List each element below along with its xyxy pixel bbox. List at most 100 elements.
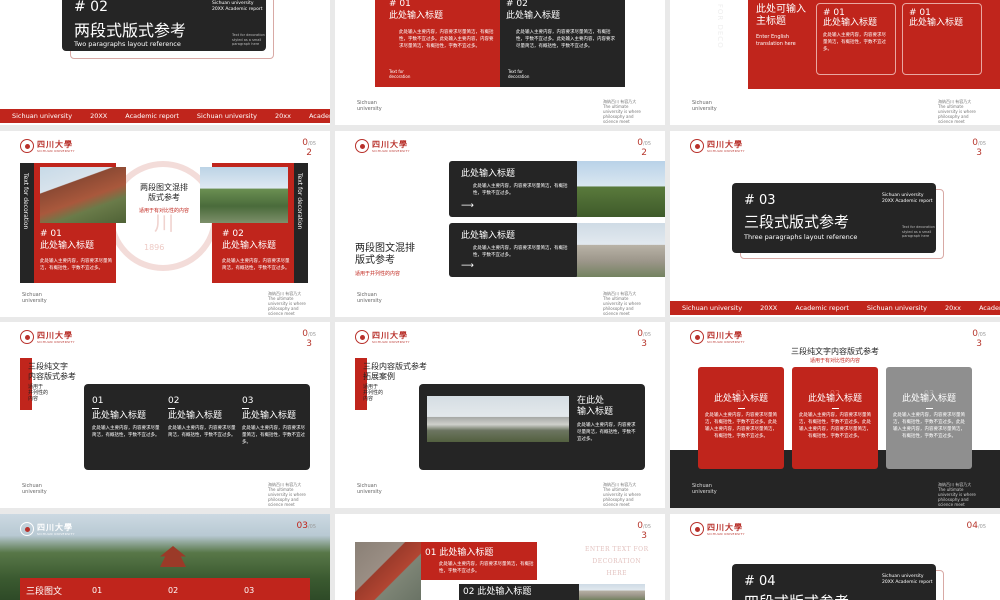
card-title: 此处输入标题	[222, 241, 277, 251]
logo-subtext: SICHUAN UNIVERSITY	[37, 148, 75, 153]
panel-number: # 02	[506, 0, 528, 9]
footer-university: Sichuan university	[357, 100, 382, 112]
card-title: 此处输入标题	[807, 394, 862, 404]
page-total: /05	[307, 332, 316, 338]
column-body: 此处输入主要内容，内容要求尽量简洁，有概括性，字数不宜过多。	[168, 426, 236, 438]
center-title: 两段图文混排 版式参考	[140, 183, 188, 202]
row-body: 此处输入主要内容，内容要求尽量简洁，有概括性，字数不宜过多。	[439, 562, 534, 574]
card-body: 此处输入主要内容，内容要求尽量简洁，有概括性，字数不宜过多。此处输入主要内容，内…	[705, 413, 777, 439]
slide-three-image-text[interactable]: 四川大學 SICHUAN UNIVERSITY 03/05 三段图文 01 02 …	[0, 514, 330, 600]
footer-university: Sichuan university	[692, 100, 717, 112]
vertical-decoration: Text for decoration	[296, 173, 303, 230]
left-dark-bar: Text for decoration	[20, 163, 34, 283]
page-number: 0/05 3	[972, 139, 986, 158]
footer-university: Sichuan university	[692, 483, 717, 495]
university-logo: 四川大學 SICHUAN UNIVERSITY	[355, 330, 410, 344]
slide-two-paragraphs-cover[interactable]: # 02 两段式版式参考 Two paragraphs layout refer…	[0, 0, 330, 125]
seal-icon	[20, 330, 34, 344]
cover-note: Text for decoration styled as a small pa…	[232, 33, 265, 46]
card-body: 此处输入主要内容，内容要求尽量简洁，有概括性，字数不宜过多。此处输入主要内容，内…	[893, 413, 965, 439]
divider	[242, 408, 249, 409]
page-total: /05	[307, 141, 316, 147]
info-card: # 01 此处输入标题	[902, 3, 982, 75]
card-title: 此处输入标题	[713, 394, 768, 404]
footer-motto: 海纳百川 有容乃大 The ultimate university is whe…	[603, 99, 641, 124]
footer-motto: 海纳百川 有容乃大 The ultimate university is whe…	[938, 99, 976, 124]
cover-card: # 03 三段式版式参考 Three paragraphs layout ref…	[732, 183, 936, 253]
decoration-text: ENTER TEXT FOR DECORATION HERE	[585, 546, 649, 577]
seal-icon	[690, 139, 704, 153]
slide-three-comparison-cards[interactable]: 四川大學 SICHUAN UNIVERSITY 0/05 3 三段纯文字内容版式参考…	[670, 322, 1000, 508]
ribbon-text: Sichuan university	[866, 304, 927, 312]
section-number: # 03	[744, 193, 776, 208]
page-number: 0/05 2	[637, 139, 651, 158]
ribbon-text: 20XX	[760, 304, 778, 312]
slide-two-paragraphs-split[interactable]: # 01 此处输入标题 此处输入主要内容，内容要求尽量简洁，有概括性，字数不宜过…	[335, 0, 665, 125]
content-card: 02 此处输入标题 此处输入主要内容，内容要求尽量简洁，有概括性，字数不宜过多。…	[792, 367, 878, 469]
row-title: 01 此处输入标题	[425, 548, 494, 558]
column: 01 此处输入标题 此处输入主要内容，内容要求尽量简洁，有概括性，字数不宜过多。	[92, 396, 160, 439]
section-title: 两段式版式参考	[74, 21, 187, 40]
slide-four-paragraphs-cover[interactable]: 四川大學SICHUAN UNIVERSITY 04/05 # 04 四段式版式参…	[670, 514, 1000, 600]
slide-three-text-columns[interactable]: 四川大學 SICHUAN UNIVERSITY 0/05 3 三段纯文字 内容版式参…	[0, 322, 330, 508]
slide-image-rows[interactable]: 0/05 3 01 此处输入标题 此处输入主要内容，内容要求尽量简洁，有概括性，字…	[335, 514, 665, 600]
content-card: 03 此处输入标题 此处输入主要内容，内容要求尽量简洁，有概括性，字数不宜过多。…	[886, 367, 972, 469]
seal-icon	[20, 139, 34, 153]
logo-text: 四川大學	[707, 138, 743, 149]
ribbon-text: Academic report	[125, 112, 179, 120]
slide-cards-with-title[interactable]: TEXT FOR DECO 此处可输入 主标题 Enter English tr…	[670, 0, 1000, 125]
university-logo: 四川大學 SICHUAN UNIVERSITY	[20, 139, 75, 153]
logo-text: 四川大學	[372, 329, 408, 340]
row-card: 此处输入标题 此处输入主要内容，内容要求尽量简洁，有概括性，字数不宜过多。 ⟶	[449, 223, 579, 277]
seal-icon	[20, 522, 34, 536]
column-number: 02	[168, 396, 180, 406]
page-current-2: 3	[641, 339, 647, 349]
footer-motto: 海纳百川 有容乃大 The ultimate university is whe…	[603, 482, 641, 507]
divider	[168, 408, 175, 409]
column-title: 此处输入标题	[242, 411, 297, 421]
section-subtitle: Two paragraphs layout reference	[74, 40, 181, 48]
pavilion-photo	[577, 161, 665, 217]
row-label: 02 此处输入标题	[459, 584, 579, 600]
footer-university: Sichuan university	[22, 292, 47, 304]
slide-two-image-text[interactable]: 四川大學 SICHUAN UNIVERSITY 0/05 2 川 1896 Text…	[0, 131, 330, 317]
card-title: 此处输入标题	[823, 18, 878, 28]
footer-university: Sichuan university	[357, 292, 382, 304]
row-title: 此处输入标题	[461, 169, 516, 179]
university-logo: 四川大學 SICHUAN UNIVERSITY	[20, 330, 75, 344]
page-total: /05	[642, 524, 651, 530]
card-number: # 01	[909, 8, 931, 18]
column-number: 01	[92, 396, 104, 406]
logo-subtext: SICHUAN UNIVERSITY	[707, 148, 745, 153]
vertical-decoration: TEXT FOR DECO	[716, 0, 724, 49]
card-title: 此处输入标题	[901, 394, 956, 404]
logo-subtext: SICHUAN UNIVERSITY	[372, 339, 410, 344]
slide-three-paragraphs-cover[interactable]: 四川大學 SICHUAN UNIVERSITY 0/05 3 # 03 三段式版式参…	[670, 131, 1000, 317]
page-number: 04/05	[967, 522, 987, 532]
row-card: 此处输入标题 此处输入主要内容，内容要求尽量简洁，有概括性，字数不宜过多。 ⟶	[449, 161, 579, 217]
page-total: /05	[977, 141, 986, 147]
section-subtitle: Three paragraphs layout reference	[744, 233, 858, 241]
divider	[925, 408, 933, 409]
ribbon-text: 20xx	[275, 112, 291, 120]
column: 03 此处输入标题 此处输入主要内容，内容要求尽量简洁，有概括性，字数不宜过多。	[242, 396, 306, 446]
card-body: 此处输入主要内容，内容要求尽量简洁，有概括性，字数不宜过多。	[823, 33, 886, 52]
page-number: 0/05 3	[637, 522, 651, 541]
footer-university: Sichuan university	[22, 483, 47, 495]
column-number: 02	[168, 586, 179, 595]
logo-subtext: SICHUAN UNIVERSITY	[37, 531, 75, 536]
footer-motto: 海纳百川 有容乃大 The ultimate university is whe…	[938, 482, 976, 507]
footer-motto: 海纳百川 有容乃大 The ultimate university is whe…	[268, 482, 306, 507]
arrow-right-icon[interactable]: ⟶	[461, 201, 474, 211]
column-number: 01	[92, 586, 103, 595]
page-number: 03/05	[297, 522, 317, 532]
panel-number: # 01	[389, 0, 411, 9]
divider	[92, 408, 99, 409]
arrow-right-icon[interactable]: ⟶	[461, 261, 474, 271]
main-title: 此处可输入 主标题	[756, 4, 806, 27]
logo-text: 四川大學	[372, 138, 408, 149]
slide-three-content-extended[interactable]: 四川大學 SICHUAN UNIVERSITY 0/05 3 三段内容版式参考 拓展…	[335, 322, 665, 508]
ribbon-text: Academic report	[795, 304, 849, 312]
slide-two-rows-image-text[interactable]: 四川大學 SICHUAN UNIVERSITY 0/05 2 两段图文混排 版式参考…	[335, 131, 665, 317]
ribbon-text: Sichuan university	[12, 112, 73, 120]
